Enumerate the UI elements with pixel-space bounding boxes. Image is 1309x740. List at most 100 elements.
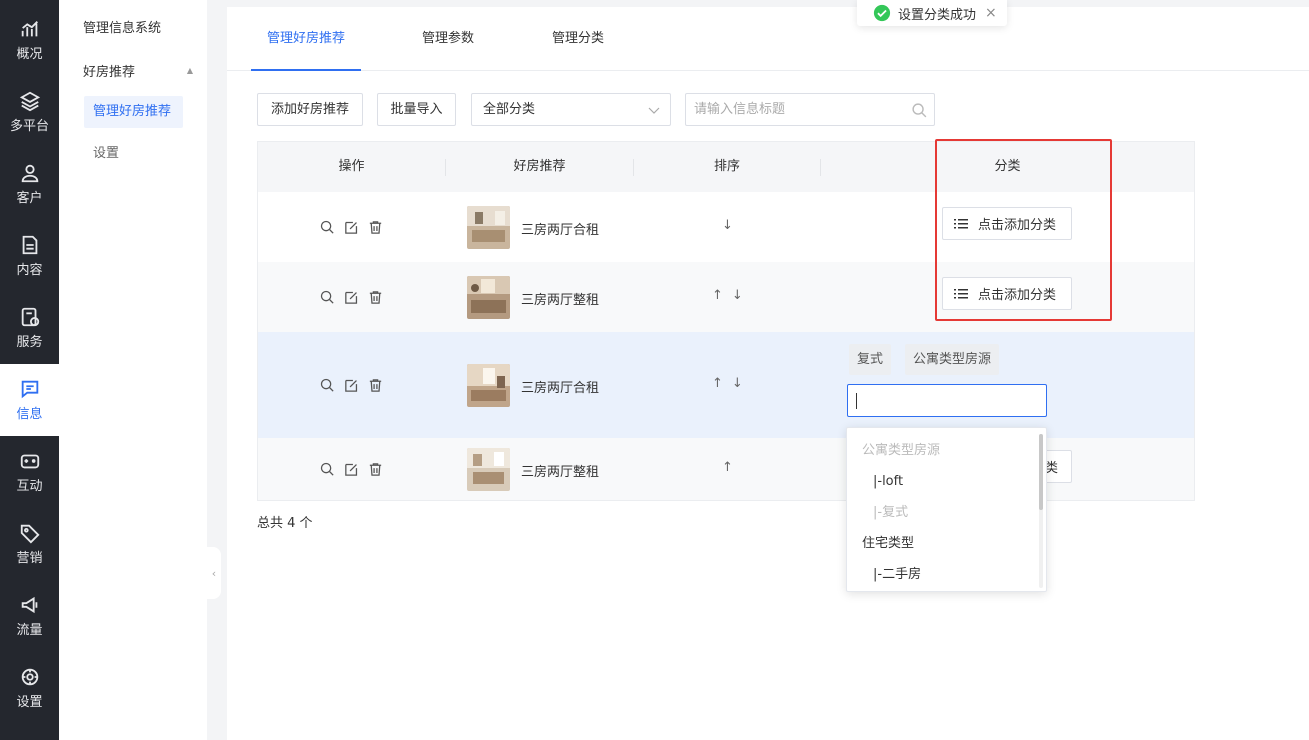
sort-controls: ↑ (722, 460, 733, 475)
add-category-button[interactable]: 点击添加分类 (942, 207, 1072, 240)
dropdown-option[interactable]: |-二手房 (847, 559, 1037, 590)
edit-icon[interactable] (343, 461, 360, 478)
arrow-up-icon[interactable]: ↑ (722, 460, 733, 475)
main-panel: 管理好房推荐 管理参数 管理分类 添加好房推荐 批量导入 全部分类 请输入信息标… (227, 7, 1309, 740)
search-icon[interactable] (319, 289, 336, 306)
nav-label: 内容 (16, 263, 43, 278)
dropdown-option[interactable]: 住宅类型 (847, 528, 1037, 559)
add-category-button[interactable]: 点击添加分类 (942, 277, 1072, 310)
sidebar-group-label: 好房推荐 (83, 65, 136, 80)
row-actions (319, 289, 384, 306)
dropdown-option: |-复式 (873, 505, 909, 520)
header-category: 分类 (994, 159, 1021, 174)
sidebar-group-toggle[interactable]: 好房推荐 ▲ (83, 61, 193, 80)
nav-label: 设置 (16, 695, 43, 710)
table-header: 操作 好房推荐 排序 分类 (258, 142, 1194, 192)
arrow-down-icon[interactable]: ↓ (732, 376, 743, 391)
search-input[interactable]: 请输入信息标题 (685, 93, 935, 126)
sidebar-collapse-button[interactable]: ‹ (207, 547, 221, 599)
search-icon[interactable] (911, 102, 928, 119)
nav-item-customer[interactable]: 客户 (0, 148, 59, 220)
list-icon (954, 288, 968, 298)
tab-manage-recommend[interactable]: 管理好房推荐 (251, 7, 361, 71)
category-filter-value: 全部分类 (483, 102, 536, 117)
text-cursor (856, 393, 857, 409)
nav-label: 互动 (16, 479, 43, 494)
nav-item-info[interactable]: 信息 (0, 364, 59, 436)
nav-label: 服务 (16, 335, 43, 350)
document-icon (22, 235, 37, 255)
gear-icon (21, 668, 38, 686)
nav-item-settings[interactable]: 设置 (0, 652, 59, 724)
user-icon (21, 164, 38, 183)
toast-message: 设置分类成功 (898, 7, 977, 23)
gamepad-icon (20, 454, 39, 469)
row-actions (319, 219, 384, 236)
tag-icon (20, 524, 40, 544)
sidebar-item-manage-recommend[interactable]: 管理好房推荐 (84, 96, 183, 128)
nav-label: 营销 (16, 551, 43, 566)
search-icon[interactable] (319, 461, 336, 478)
edit-icon[interactable] (343, 289, 360, 306)
listing-title: 三房两厅合租 (521, 223, 600, 238)
header-recommend: 好房推荐 (513, 159, 566, 174)
nav-label: 多平台 (9, 119, 49, 134)
category-input[interactable] (847, 384, 1047, 417)
sidebar-title: 管理信息系统 (83, 21, 162, 36)
nav-item-service[interactable]: 服务 (0, 292, 59, 364)
chevron-up-icon: ▲ (186, 66, 193, 75)
category-filter-select[interactable]: 全部分类 (471, 93, 671, 126)
nav-item-traffic[interactable]: 流量 (0, 580, 59, 652)
secondary-sidebar: 管理信息系统 好房推荐 ▲ 管理好房推荐 设置 (59, 0, 207, 740)
close-icon[interactable]: × (985, 5, 997, 21)
arrow-down-icon[interactable]: ↓ (722, 218, 733, 233)
nav-item-marketing[interactable]: 营销 (0, 508, 59, 580)
nav-item-content[interactable]: 内容 (0, 220, 59, 292)
trash-icon[interactable] (367, 461, 384, 478)
table-row: 三房两厅合租 ↓ 点击添加分类 (258, 192, 1194, 262)
nav-item-interaction[interactable]: 互动 (0, 436, 59, 508)
listing-title: 三房两厅整租 (521, 293, 600, 308)
dropdown-scrollbar-thumb[interactable] (1039, 434, 1043, 510)
nav-item-overview[interactable]: 概况 (0, 4, 59, 76)
batch-import-button[interactable]: 批量导入 (377, 93, 456, 126)
table-row: 三房两厅合租 ↑ ↓ 复式 公寓类型房源 (258, 332, 1194, 438)
nav-label: 客户 (16, 191, 43, 206)
listing-title: 三房两厅合租 (521, 381, 600, 396)
message-icon (21, 380, 38, 399)
nav-item-multiplatform[interactable]: 多平台 (0, 76, 59, 148)
arrow-down-icon[interactable]: ↓ (732, 288, 743, 303)
sort-controls: ↑ ↓ (712, 288, 743, 303)
megaphone-icon (21, 596, 37, 614)
arrow-up-icon[interactable]: ↑ (712, 376, 723, 391)
search-icon[interactable] (319, 219, 336, 236)
recommend-table: 操作 好房推荐 排序 分类 三房两厅合租 ↓ 点击添加分类 三房两厅整租 ↑ ↓… (257, 141, 1195, 501)
search-icon[interactable] (319, 377, 336, 394)
category-tag[interactable]: 公寓类型房源 (905, 344, 1000, 375)
layers-icon (19, 91, 40, 112)
category-tag[interactable]: 复式 (849, 344, 892, 375)
total-count: 总共 4 个 (257, 516, 313, 531)
edit-icon[interactable] (343, 377, 360, 394)
sort-controls: ↑ ↓ (712, 376, 743, 391)
add-recommend-button[interactable]: 添加好房推荐 (257, 93, 363, 126)
listing-thumbnail (467, 448, 510, 491)
add-category-label: 点击添加分类 (978, 288, 1057, 303)
sort-controls: ↓ (722, 218, 733, 233)
listing-thumbnail (467, 276, 510, 319)
check-circle-icon (873, 4, 891, 22)
tab-manage-category[interactable]: 管理分类 (552, 7, 604, 71)
dropdown-option[interactable]: |-loft (847, 466, 1037, 497)
list-icon (954, 218, 968, 228)
chevron-left-icon: ‹ (211, 566, 217, 580)
main-nav: 概况 多平台 客户 内容 服务 信息 互动 营销 流量 设置 (0, 0, 59, 740)
edit-icon[interactable] (343, 219, 360, 236)
trash-icon[interactable] (367, 289, 384, 306)
success-toast: 设置分类成功 × (857, 0, 1007, 26)
tab-manage-params[interactable]: 管理参数 (422, 7, 474, 71)
arrow-up-icon[interactable]: ↑ (712, 288, 723, 303)
category-dropdown: 公寓类型房源 |-loft |-复式 住宅类型 |-二手房 (846, 427, 1047, 592)
sidebar-item-settings[interactable]: 设置 (84, 138, 183, 170)
trash-icon[interactable] (367, 219, 384, 236)
trash-icon[interactable] (367, 377, 384, 394)
